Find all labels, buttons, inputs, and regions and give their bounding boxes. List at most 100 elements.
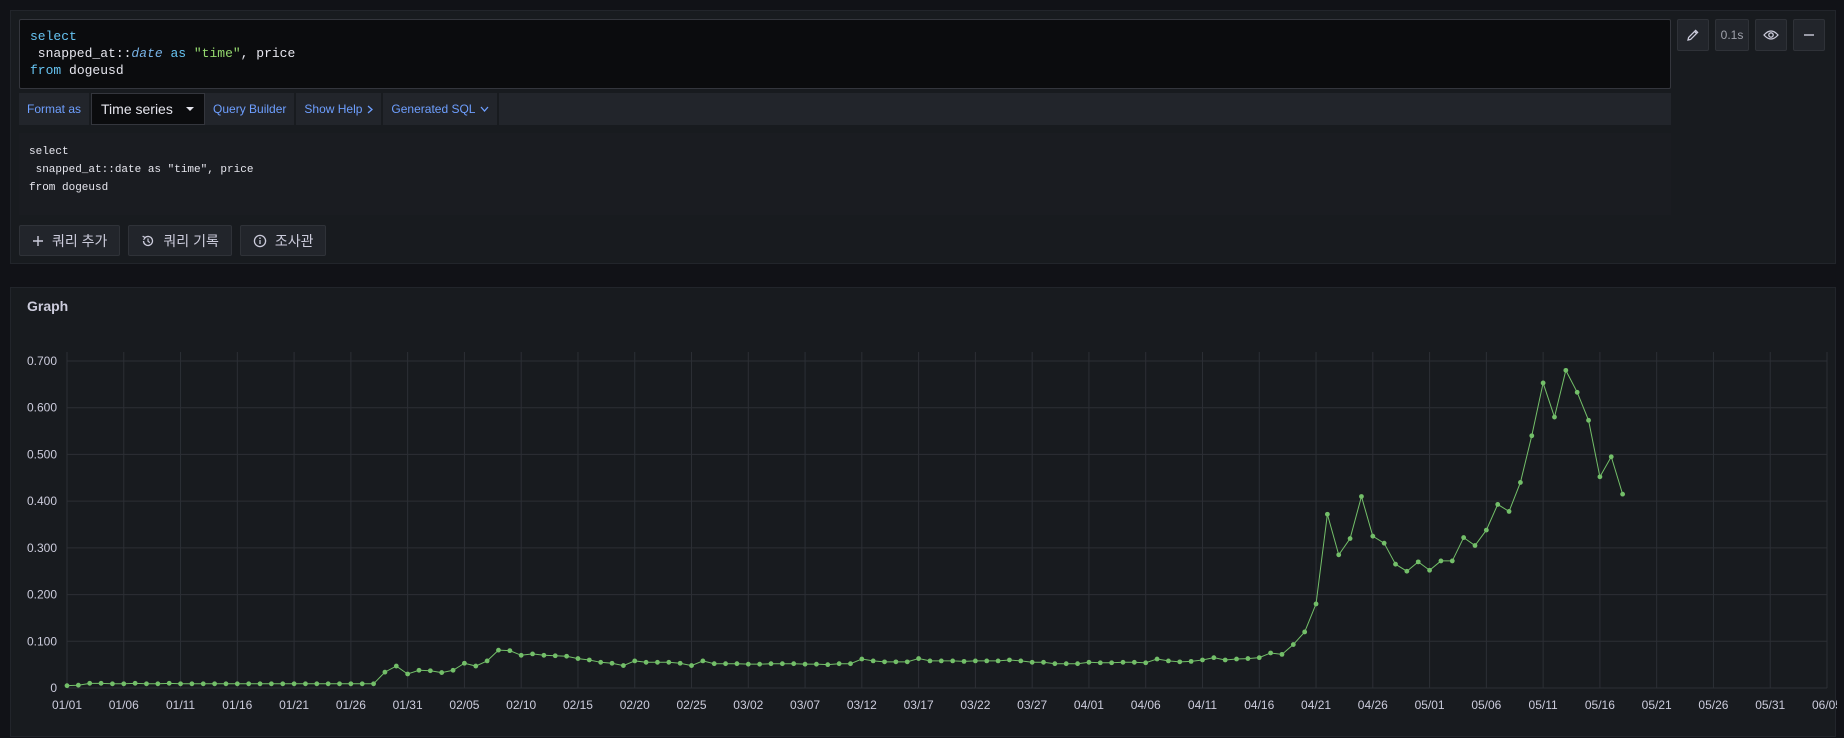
- data-point: [64, 683, 70, 689]
- data-point: [405, 671, 411, 677]
- data-point: [586, 657, 592, 663]
- x-tick-label: 05/16: [1585, 698, 1615, 712]
- data-point: [848, 661, 853, 667]
- x-tick-label: 03/22: [960, 698, 990, 712]
- data-point: [496, 647, 501, 653]
- x-tick-label: 05/06: [1471, 698, 1501, 712]
- data-point: [1097, 660, 1103, 666]
- generated-sql-preview: select snapped_at::date as "time", price…: [19, 133, 1671, 215]
- query-builder-button[interactable]: Query Builder: [205, 93, 297, 125]
- data-point: [564, 653, 570, 659]
- data-point: [1234, 656, 1239, 662]
- minus-icon: [1804, 34, 1814, 36]
- data-point: [348, 681, 354, 687]
- data-point: [473, 663, 479, 669]
- x-tick-label: 01/16: [222, 698, 252, 712]
- editor-keyword: as: [162, 46, 194, 61]
- query-toolbar: Format as Time series Query Builder Show…: [19, 93, 1671, 125]
- data-point: [166, 680, 172, 686]
- data-point: [1211, 655, 1217, 661]
- generated-sql-button[interactable]: Generated SQL: [383, 93, 500, 125]
- data-point: [1597, 474, 1603, 480]
- data-point: [484, 658, 490, 664]
- data-point: [1086, 659, 1092, 665]
- data-point: [768, 661, 774, 667]
- query-history-button[interactable]: 쿼리 기록: [128, 225, 232, 256]
- show-help-button[interactable]: Show Help: [296, 93, 384, 125]
- data-point: [1449, 558, 1455, 564]
- x-tick-label: 03/02: [733, 698, 763, 712]
- history-icon: [142, 235, 154, 246]
- data-point: [530, 651, 535, 657]
- edit-button[interactable]: [1677, 19, 1709, 51]
- y-tick-label: 0: [50, 681, 57, 695]
- data-point: [745, 661, 751, 667]
- data-point: [382, 669, 388, 675]
- data-point: [1154, 656, 1160, 662]
- data-point: [1177, 659, 1183, 665]
- data-point: [1245, 656, 1251, 661]
- x-tick-label: 01/11: [166, 698, 195, 712]
- x-tick-label: 04/26: [1358, 698, 1388, 712]
- data-point: [1041, 659, 1046, 665]
- data-point: [427, 668, 433, 674]
- data-point: [303, 681, 308, 687]
- x-tick-label: 02/15: [563, 698, 593, 712]
- data-point: [904, 659, 910, 665]
- pencil-icon: [1687, 29, 1699, 41]
- y-tick-label: 0.300: [27, 541, 57, 555]
- editor-text: snapped_at::: [30, 46, 132, 61]
- y-tick-label: 0.600: [27, 401, 57, 415]
- data-point: [825, 662, 831, 668]
- x-tick-label: 04/11: [1188, 698, 1217, 712]
- caret-down-icon: [186, 107, 195, 111]
- data-point: [518, 652, 524, 658]
- data-point: [1472, 543, 1478, 548]
- y-tick-label: 0.500: [27, 447, 57, 461]
- toggle-visibility-button[interactable]: [1755, 19, 1787, 51]
- data-point: [1381, 540, 1387, 546]
- data-point: [1393, 561, 1398, 567]
- data-point: [110, 681, 115, 687]
- data-point: [1347, 536, 1353, 541]
- data-point: [1143, 660, 1149, 666]
- editor-text: , price: [240, 46, 296, 61]
- data-point: [1506, 509, 1512, 514]
- remove-query-button[interactable]: [1793, 19, 1825, 51]
- data-point: [1586, 417, 1591, 423]
- data-point: [1188, 658, 1194, 664]
- data-point: [268, 681, 274, 687]
- query-builder-label: Query Builder: [213, 102, 287, 116]
- data-point: [1427, 567, 1432, 573]
- data-point: [984, 658, 990, 664]
- chevron-right-icon: [367, 105, 374, 113]
- y-tick-label: 0.400: [27, 494, 57, 508]
- y-tick-label: 0.700: [27, 354, 57, 368]
- data-point: [98, 680, 104, 686]
- data-point: [337, 681, 342, 687]
- format-select[interactable]: Time series: [91, 93, 206, 125]
- data-point: [325, 681, 331, 687]
- data-point: [632, 658, 638, 664]
- data-point: [314, 681, 320, 687]
- data-point: [1563, 367, 1569, 373]
- data-point: [1370, 533, 1376, 539]
- data-point: [1552, 414, 1557, 420]
- data-point: [1052, 661, 1058, 667]
- data-point: [75, 682, 81, 688]
- add-query-button[interactable]: 쿼리 추가: [19, 225, 121, 256]
- data-point: [723, 661, 728, 667]
- data-point: [961, 658, 967, 664]
- inspector-button[interactable]: 조사관: [239, 225, 327, 256]
- toolbar-filler: [499, 93, 1671, 125]
- data-point: [1007, 657, 1012, 663]
- sql-editor[interactable]: select snapped_at::date as "time", price…: [19, 19, 1671, 89]
- x-tick-label: 03/07: [790, 698, 820, 712]
- data-point: [257, 681, 263, 687]
- data-point: [246, 681, 252, 687]
- data-point: [450, 667, 456, 673]
- data-point: [1018, 658, 1024, 664]
- x-tick-label: 04/16: [1244, 698, 1274, 712]
- data-point: [1256, 655, 1262, 661]
- x-tick-label: 02/05: [449, 698, 479, 712]
